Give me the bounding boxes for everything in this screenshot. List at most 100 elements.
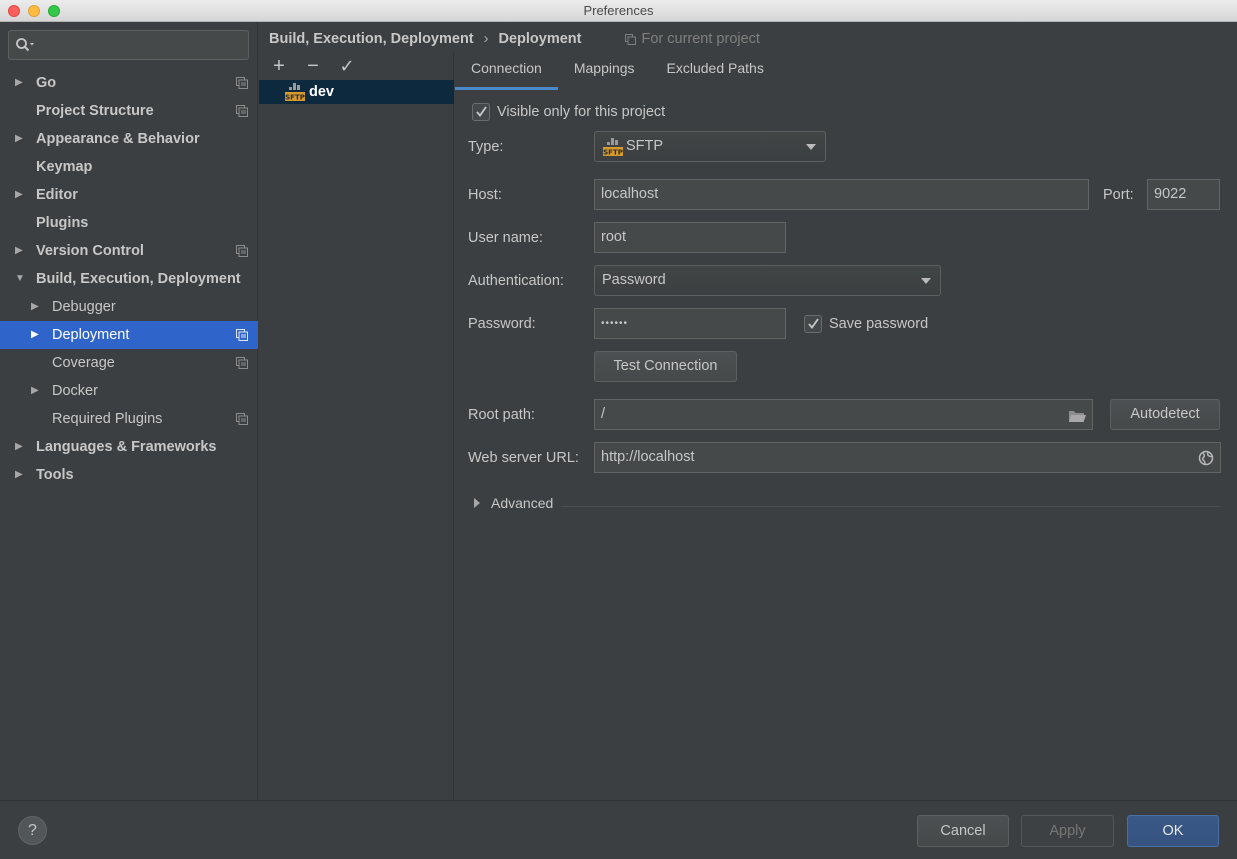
search-icon[interactable]	[15, 37, 35, 53]
settings-search-input[interactable]	[8, 30, 249, 60]
sidebar-item-deployment[interactable]: ▶ Deployment	[0, 321, 258, 349]
scope-label: For current project	[641, 31, 760, 47]
breadcrumb-current: Deployment	[498, 31, 582, 47]
cancel-button[interactable]: Cancel	[917, 815, 1009, 847]
folder-icon[interactable]	[1068, 408, 1086, 424]
username-input[interactable]: root	[594, 222, 786, 253]
chevron-right-icon[interactable]: ▶	[15, 181, 27, 209]
sidebar-item-label: Version Control	[36, 243, 144, 259]
sidebar-item-project-structure[interactable]: Project Structure	[0, 97, 258, 125]
password-label: Password:	[468, 316, 536, 332]
sidebar-item-coverage[interactable]: Coverage	[0, 349, 258, 377]
project-scope-icon	[236, 77, 248, 89]
sidebar-item-label: Debugger	[52, 299, 116, 315]
window-title: Preferences	[583, 3, 654, 18]
sidebar-item-build-execution-deployment[interactable]: ▼ Build, Execution, Deployment	[0, 265, 258, 293]
sidebar-item-docker[interactable]: ▶ Docker	[0, 377, 258, 405]
sidebar-item-keymap[interactable]: Keymap	[0, 153, 258, 181]
settings-sidebar: ▶ Go Project Structure ▶ Appearance & Behavi…	[0, 22, 258, 800]
project-scope-icon	[236, 245, 248, 257]
chevron-right-icon[interactable]: ▶	[15, 125, 27, 153]
chevron-right-icon[interactable]: ▶	[31, 321, 43, 349]
server-list-panel: + − ✓ SFTP dev	[259, 52, 454, 800]
settings-tree: ▶ Go Project Structure ▶ Appearance & Behavi…	[0, 69, 258, 489]
web-server-url-value: http://localhost	[601, 449, 695, 465]
globe-icon[interactable]	[1198, 450, 1214, 466]
sidebar-item-appearance-behavior[interactable]: ▶ Appearance & Behavior	[0, 125, 258, 153]
chevron-down-icon[interactable]: ▼	[15, 265, 27, 293]
save-password-label: Save password	[829, 316, 929, 332]
tab-connection[interactable]: Connection	[455, 52, 558, 90]
sidebar-item-tools[interactable]: ▶ Tools	[0, 461, 258, 489]
scope-indicator: For current project	[625, 31, 760, 47]
password-input[interactable]: ••••••	[594, 308, 786, 339]
sidebar-item-debugger[interactable]: ▶ Debugger	[0, 293, 258, 321]
sidebar-item-label: Tools	[36, 467, 74, 483]
chevron-down-icon	[921, 278, 931, 284]
authentication-value: Password	[602, 272, 666, 288]
sidebar-item-languages-frameworks[interactable]: ▶ Languages & Frameworks	[0, 433, 258, 461]
save-password-checkbox[interactable]	[804, 315, 822, 333]
host-input[interactable]: localhost	[594, 179, 1089, 210]
sftp-badge-text: SFTP	[603, 149, 623, 157]
chevron-right-icon[interactable]: ▶	[15, 461, 27, 489]
checkmark-icon	[476, 106, 487, 117]
sidebar-item-required-plugins[interactable]: Required Plugins	[0, 405, 258, 433]
test-connection-button[interactable]: Test Connection	[594, 351, 737, 382]
sidebar-item-label: Appearance & Behavior	[36, 131, 200, 147]
project-scope-icon	[236, 413, 248, 425]
root-path-label: Root path:	[468, 407, 535, 423]
username-label: User name:	[468, 230, 543, 246]
host-label: Host:	[468, 187, 502, 203]
sftp-icon: SFTP	[603, 138, 623, 157]
web-server-url-input[interactable]: http://localhost	[594, 442, 1221, 473]
remove-server-button[interactable]: −	[303, 56, 323, 76]
sftp-badge-text: SFTP	[285, 94, 305, 102]
chevron-right-icon[interactable]: ▶	[31, 377, 43, 405]
root-path-input[interactable]: /	[594, 399, 1093, 430]
deployment-tabs: Connection Mappings Excluded Paths	[455, 52, 1237, 90]
dialog-footer: ? Cancel Apply OK	[0, 800, 1237, 859]
root-path-value: /	[601, 406, 606, 422]
set-default-server-button[interactable]: ✓	[337, 56, 357, 76]
chevron-right-icon[interactable]: ▶	[15, 433, 27, 461]
breadcrumb-parent: Build, Execution, Deployment	[269, 31, 474, 47]
title-bar: Preferences	[0, 0, 1237, 22]
sidebar-item-version-control[interactable]: ▶ Version Control	[0, 237, 258, 265]
autodetect-button[interactable]: Autodetect	[1110, 399, 1220, 430]
web-server-url-label: Web server URL:	[468, 450, 579, 466]
add-server-button[interactable]: +	[269, 56, 289, 76]
port-input[interactable]: 9022	[1147, 179, 1220, 210]
tab-mappings[interactable]: Mappings	[558, 52, 651, 90]
sidebar-item-editor[interactable]: ▶ Editor	[0, 181, 258, 209]
visible-only-checkbox[interactable]	[472, 103, 490, 121]
help-button[interactable]: ?	[18, 816, 47, 845]
server-item-dev[interactable]: SFTP dev	[259, 80, 454, 104]
sidebar-item-label: Coverage	[52, 355, 115, 371]
maximize-window-button[interactable]	[48, 5, 60, 17]
ok-button[interactable]: OK	[1127, 815, 1219, 847]
sidebar-item-go[interactable]: ▶ Go	[0, 69, 258, 97]
sidebar-item-label: Keymap	[36, 159, 93, 175]
project-scope-icon	[236, 105, 248, 117]
authentication-label: Authentication:	[468, 273, 564, 289]
minimize-window-button[interactable]	[28, 5, 40, 17]
sidebar-item-label: Go	[36, 75, 57, 91]
advanced-section-toggle[interactable]: Advanced	[474, 495, 553, 511]
window-controls	[8, 5, 60, 17]
tab-excluded-paths[interactable]: Excluded Paths	[651, 52, 780, 90]
chevron-right-icon[interactable]: ▶	[15, 69, 27, 97]
server-name: dev	[309, 84, 334, 100]
chevron-right-icon[interactable]: ▶	[15, 237, 27, 265]
connection-form: Visible only for this project Type: SFTP…	[455, 90, 1237, 800]
sidebar-item-plugins[interactable]: Plugins	[0, 209, 258, 237]
sidebar-item-label: Docker	[52, 383, 98, 399]
sidebar-item-label: Required Plugins	[52, 411, 163, 427]
project-scope-icon	[236, 357, 248, 369]
chevron-right-icon[interactable]: ▶	[31, 293, 43, 321]
authentication-select[interactable]: Password	[594, 265, 941, 296]
apply-button[interactable]: Apply	[1021, 815, 1114, 847]
type-label: Type:	[468, 139, 504, 155]
close-window-button[interactable]	[8, 5, 20, 17]
type-select[interactable]: SFTP SFTP	[594, 131, 826, 162]
